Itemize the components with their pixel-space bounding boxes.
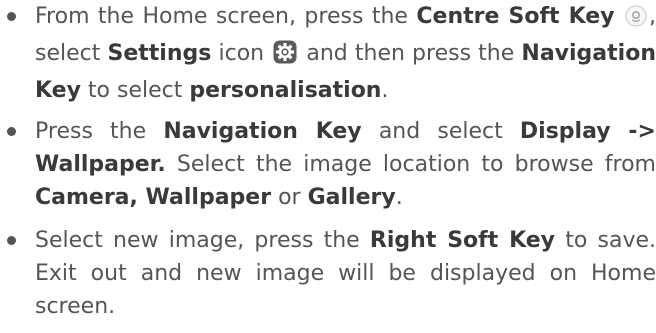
key-term: Gallery	[307, 185, 396, 210]
key-term: Centre Soft Key	[416, 4, 615, 29]
key-term: Camera, Wallpaper	[35, 185, 272, 210]
settings-gear-icon	[273, 40, 297, 74]
key-term: Settings	[107, 41, 212, 66]
bullet-icon	[7, 12, 16, 21]
key-term: Navigation Key	[163, 119, 362, 144]
list-item: Press the Navigation Key and select Disp…	[0, 115, 656, 214]
key-term: personalisation	[189, 78, 382, 103]
centre-soft-key-icon	[625, 4, 647, 37]
key-term: Right Soft Key	[369, 228, 556, 253]
bullet-icon	[7, 236, 16, 245]
instruction-list: From the Home screen, press the Centre S…	[0, 0, 656, 333]
list-item: Select new image, press the Right Soft K…	[0, 224, 656, 323]
list-item: From the Home screen, press the Centre S…	[0, 0, 656, 107]
bullet-icon	[7, 127, 16, 136]
